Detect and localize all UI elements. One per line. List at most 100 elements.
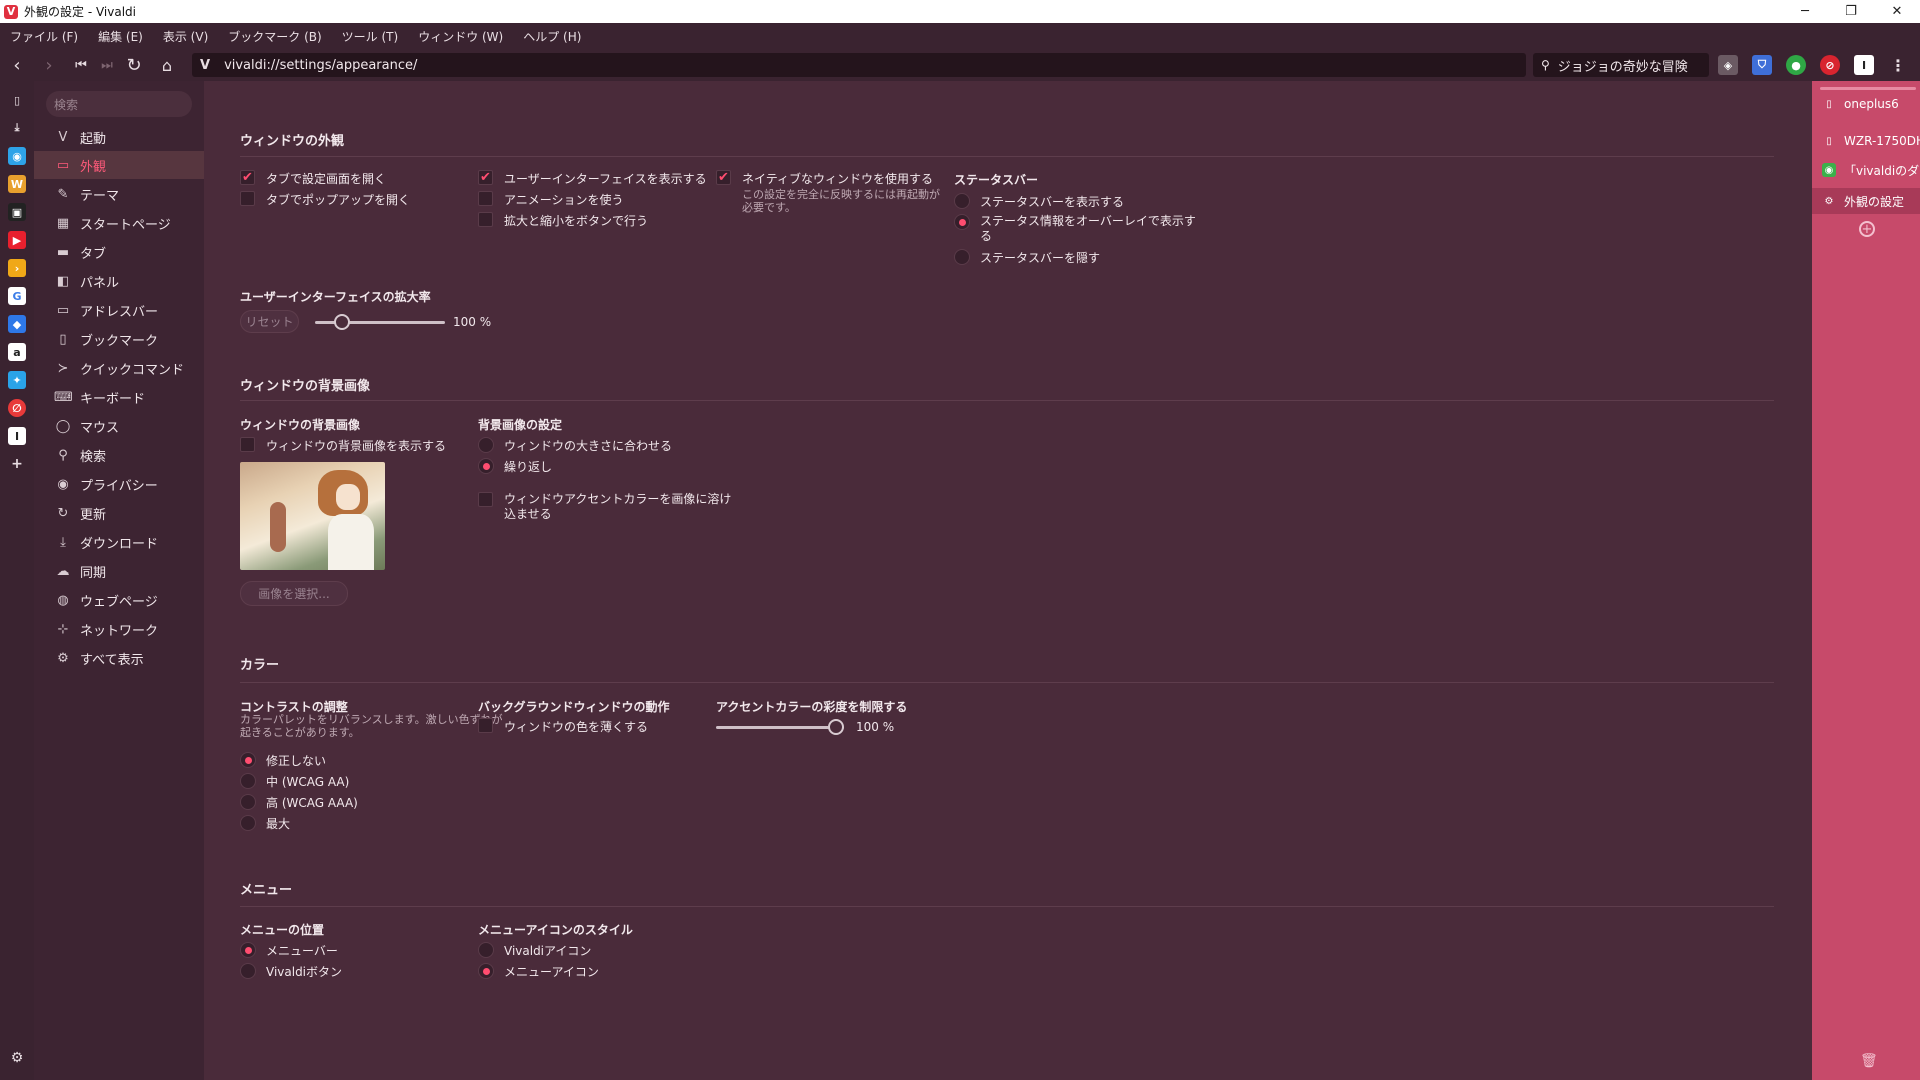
- nav-address-bar[interactable]: ▭ アドレスバー: [34, 296, 204, 324]
- home-icon[interactable]: ⌂: [152, 50, 182, 80]
- add-panel-icon[interactable]: +: [8, 455, 26, 473]
- opera-panel-icon[interactable]: ∅: [8, 399, 26, 417]
- google-panel-icon[interactable]: G: [8, 287, 26, 305]
- nav-themes[interactable]: ✎ テーマ: [34, 180, 204, 208]
- radio-selected-icon[interactable]: [954, 214, 970, 230]
- more-menu-icon[interactable]: ⋮: [1888, 55, 1908, 75]
- contrast-max-option[interactable]: 最大: [240, 815, 290, 832]
- restore-button[interactable]: ❐: [1828, 0, 1874, 23]
- checkbox-icon[interactable]: [478, 212, 493, 227]
- radio-selected-icon[interactable]: [478, 458, 494, 474]
- nav-network[interactable]: ⊹ ネットワーク: [34, 615, 204, 643]
- wiki-panel-icon[interactable]: W: [8, 175, 26, 193]
- zoom-buttons-option[interactable]: 拡大と縮小をボタンで行う: [478, 212, 648, 229]
- web-panel-item-vivaldi[interactable]: ◉ 「vivaldiのダイレ: [1812, 157, 1920, 183]
- show-ui-option[interactable]: ✔ ユーザーインターフェイスを表示する: [478, 170, 707, 187]
- shield-extension-icon[interactable]: ◈: [1718, 55, 1738, 75]
- nav-start-page[interactable]: ▦ スタートページ: [34, 209, 204, 237]
- menu-view[interactable]: 表示 (V): [163, 28, 208, 45]
- search-field[interactable]: ⚲ ジョジョの奇妙な冒険: [1533, 53, 1709, 77]
- clapper-panel-icon[interactable]: ▣: [8, 203, 26, 221]
- radio-icon[interactable]: [240, 815, 256, 831]
- bookmarks-panel-icon[interactable]: ▯: [8, 91, 26, 109]
- zoom-reset-button[interactable]: リセット: [240, 310, 299, 333]
- native-window-option[interactable]: ✔ ネイティブなウィンドウを使用する: [716, 170, 933, 187]
- radio-icon[interactable]: [240, 963, 256, 979]
- accent-saturation-slider-thumb[interactable]: [828, 719, 844, 735]
- dim-window-option[interactable]: ウィンドウの色を薄くする: [478, 718, 648, 735]
- contrast-none-option[interactable]: 修正しない: [240, 752, 326, 769]
- statusbar-overlay-option[interactable]: ステータス情報をオーバーレイで表示する: [954, 214, 1196, 244]
- nav-keyboard[interactable]: ⌨ キーボード: [34, 383, 204, 411]
- nav-bookmarks[interactable]: ▯ ブックマーク: [34, 325, 204, 353]
- radio-icon[interactable]: [954, 193, 970, 209]
- statusbar-hide-option[interactable]: ステータスバーを隠す: [954, 249, 1100, 266]
- menu-icon-option[interactable]: メニューアイコン: [478, 963, 599, 980]
- nav-privacy[interactable]: ◉ プライバシー: [34, 470, 204, 498]
- minimize-button[interactable]: ─: [1782, 0, 1828, 23]
- radio-icon[interactable]: [954, 249, 970, 265]
- checkbox-icon[interactable]: [478, 492, 493, 507]
- nav-quick-commands[interactable]: ≻ クイックコマンド: [34, 354, 204, 382]
- back-icon[interactable]: ‹: [2, 50, 32, 80]
- instapaper-panel-icon[interactable]: I: [8, 427, 26, 445]
- settings-search-input[interactable]: 検索: [46, 91, 192, 117]
- checkbox-checked-icon[interactable]: ✔: [716, 170, 731, 185]
- radio-icon[interactable]: [240, 794, 256, 810]
- menu-file[interactable]: ファイル (F): [10, 28, 78, 45]
- settings-gear-icon[interactable]: ⚙: [8, 1049, 26, 1067]
- bitwarden-extension-icon[interactable]: ⛉: [1752, 55, 1772, 75]
- web-panel-item-wzr[interactable]: ▯ WZR-1750DHP: [1812, 128, 1920, 154]
- statusbar-show-option[interactable]: ステータスバーを表示する: [954, 193, 1124, 210]
- radio-icon[interactable]: [240, 773, 256, 789]
- nav-panels[interactable]: ◧ パネル: [34, 267, 204, 295]
- nav-mouse[interactable]: ◯ マウス: [34, 412, 204, 440]
- bg-fit-option[interactable]: ウィンドウの大きさに合わせる: [478, 437, 672, 454]
- fast-forward-icon[interactable]: ⏭: [92, 50, 122, 80]
- nav-tabs[interactable]: ▬ タブ: [34, 238, 204, 266]
- menu-window[interactable]: ウィンドウ (W): [418, 28, 503, 45]
- radio-icon[interactable]: [478, 942, 494, 958]
- checkbox-icon[interactable]: [478, 191, 493, 206]
- checkbox-checked-icon[interactable]: ✔: [240, 170, 255, 185]
- add-web-panel-icon[interactable]: +: [1859, 221, 1875, 237]
- nav-sync[interactable]: ☁ 同期: [34, 557, 204, 585]
- menu-edit[interactable]: 編集 (E): [98, 28, 143, 45]
- radio-selected-icon[interactable]: [240, 752, 256, 768]
- reload-icon[interactable]: ↻: [119, 50, 149, 80]
- contrast-aa-option[interactable]: 中 (WCAG AA): [240, 773, 349, 790]
- close-button[interactable]: ✕: [1874, 0, 1920, 23]
- open-settings-in-tab-option[interactable]: ✔ タブで設定画面を開く: [240, 170, 386, 187]
- checkbox-icon[interactable]: [478, 718, 493, 733]
- nav-downloads[interactable]: ⤓ ダウンロード: [34, 528, 204, 556]
- instapaper-extension-icon[interactable]: I: [1854, 55, 1874, 75]
- select-image-button[interactable]: 画像を選択...: [240, 581, 348, 606]
- address-bar[interactable]: V vivaldi://settings/appearance/: [192, 53, 1526, 77]
- trash-icon[interactable]: 🗑: [1860, 1053, 1878, 1069]
- menu-tools[interactable]: ツール (T): [342, 28, 399, 45]
- nav-show-all[interactable]: ⚙ すべて表示: [34, 644, 204, 672]
- downloads-panel-icon[interactable]: ⤓: [8, 119, 26, 137]
- amazon-panel-icon[interactable]: a: [8, 343, 26, 361]
- accent-saturation-slider[interactable]: [716, 726, 844, 729]
- web-panel-item-appearance[interactable]: ⚙ 外観の設定: [1812, 188, 1920, 214]
- bg-repeat-option[interactable]: 繰り返し: [478, 458, 552, 475]
- web-panel-item-oneplus6[interactable]: ▯ oneplus6: [1812, 91, 1920, 117]
- use-animations-option[interactable]: アニメーションを使う: [478, 191, 624, 208]
- nav-appearance[interactable]: ▭ 外観: [34, 151, 204, 179]
- radio-icon[interactable]: [478, 437, 494, 453]
- nav-webpages[interactable]: ◍ ウェブページ: [34, 586, 204, 614]
- menu-help[interactable]: ヘルプ (H): [523, 28, 581, 45]
- nav-updates[interactable]: ↻ 更新: [34, 499, 204, 527]
- evernote-extension-icon[interactable]: ●: [1786, 55, 1806, 75]
- plex-panel-icon[interactable]: ›: [8, 259, 26, 277]
- show-background-option[interactable]: ウィンドウの背景画像を表示する: [240, 437, 446, 454]
- maps-panel-icon[interactable]: ◉: [8, 147, 26, 165]
- ui-zoom-slider-thumb[interactable]: [334, 314, 351, 330]
- box-panel-icon[interactable]: ◆: [8, 315, 26, 333]
- open-popups-in-tab-option[interactable]: タブでポップアップを開く: [240, 191, 410, 208]
- nav-startup[interactable]: V 起動: [34, 123, 204, 151]
- radio-selected-icon[interactable]: [240, 942, 256, 958]
- radio-selected-icon[interactable]: [478, 963, 494, 979]
- youtube-panel-icon[interactable]: ▶: [8, 231, 26, 249]
